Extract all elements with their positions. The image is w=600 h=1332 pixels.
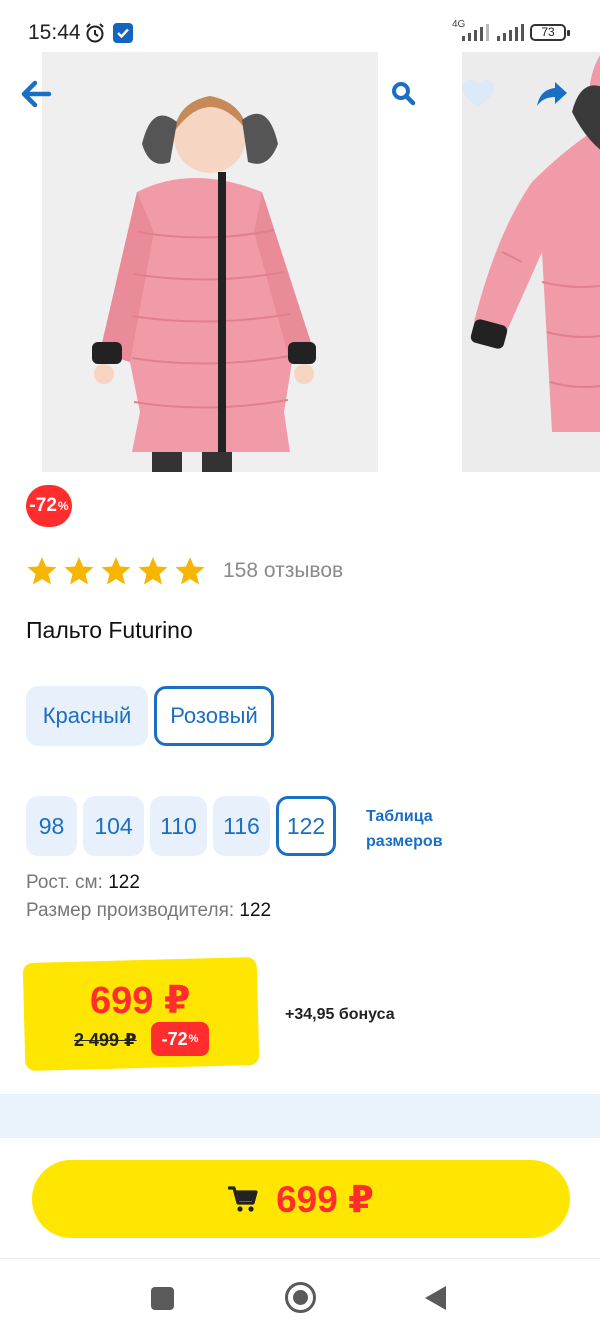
height-value: 122 (108, 872, 140, 893)
discount-badge-percent: % (57, 499, 69, 513)
search-icon (392, 82, 416, 106)
share-icon (537, 82, 567, 106)
color-options: Красный Розовый (26, 686, 274, 746)
system-back-button[interactable] (425, 1286, 446, 1310)
product-photo[interactable] (42, 52, 378, 472)
buy-button-price: 699 ₽ (276, 1178, 374, 1220)
star-icon (64, 557, 94, 585)
share-button[interactable] (530, 72, 574, 116)
favorite-button[interactable] (456, 72, 500, 116)
search-button[interactable] (382, 72, 426, 116)
product-gallery[interactable] (0, 52, 600, 472)
signal-icon (462, 24, 489, 41)
arrow-left-icon (21, 80, 52, 108)
star-icon (27, 557, 57, 585)
star-icon (101, 557, 131, 585)
heart-icon (462, 80, 494, 107)
size-option-116[interactable]: 116 (213, 796, 270, 856)
bonus-info: +34,95 бонуса (285, 1006, 395, 1023)
star-icon (175, 557, 205, 585)
home-button[interactable] (285, 1282, 316, 1313)
alarm-icon (86, 23, 104, 43)
buy-button[interactable]: 699 ₽ (32, 1160, 570, 1238)
recent-apps-button[interactable] (151, 1287, 174, 1310)
size-table-link[interactable]: Таблица размеров (366, 804, 486, 854)
height-info: Рост. см: 122 (26, 872, 140, 894)
maker-size-value: 122 (239, 900, 272, 921)
size-option-98[interactable]: 98 (26, 796, 77, 856)
rating-row[interactable]: 158 отзывов (26, 553, 343, 589)
product-title: Пальто Futurino (26, 617, 193, 643)
checkbox-notification-icon (113, 23, 133, 43)
discount-badge-value: -72 (29, 495, 57, 516)
color-option-red[interactable]: Красный (26, 686, 148, 746)
price-discount-badge: -72% (151, 1022, 209, 1056)
coat-illustration (42, 52, 378, 472)
color-option-pink[interactable]: Розовый (154, 686, 274, 746)
star-icon (138, 557, 168, 585)
battery-icon: 73 (530, 24, 570, 41)
size-option-104[interactable]: 104 (83, 796, 144, 856)
back-button[interactable] (14, 72, 58, 116)
cart-icon (228, 1186, 258, 1212)
section-divider (0, 1094, 600, 1138)
maker-size-info: Размер производителя: 122 (26, 900, 271, 922)
old-price: 2 499 ₽ (74, 1030, 137, 1050)
price-discount-percent: % (188, 1033, 199, 1045)
reviews-count[interactable]: 158 отзывов (223, 559, 343, 583)
size-option-122[interactable]: 122 (276, 796, 336, 856)
discount-badge: -72% (26, 485, 72, 527)
current-price: 699 ₽ (90, 980, 191, 1022)
size-option-110[interactable]: 110 (150, 796, 207, 856)
price-discount-value: -72 (161, 1028, 188, 1049)
status-time: 15:44 (28, 21, 81, 44)
signal-icon-2 (497, 24, 524, 41)
height-label: Рост. см: (26, 872, 103, 893)
size-options: 98 104 110 116 122 (26, 796, 336, 856)
maker-size-label: Размер производителя: (26, 900, 235, 921)
